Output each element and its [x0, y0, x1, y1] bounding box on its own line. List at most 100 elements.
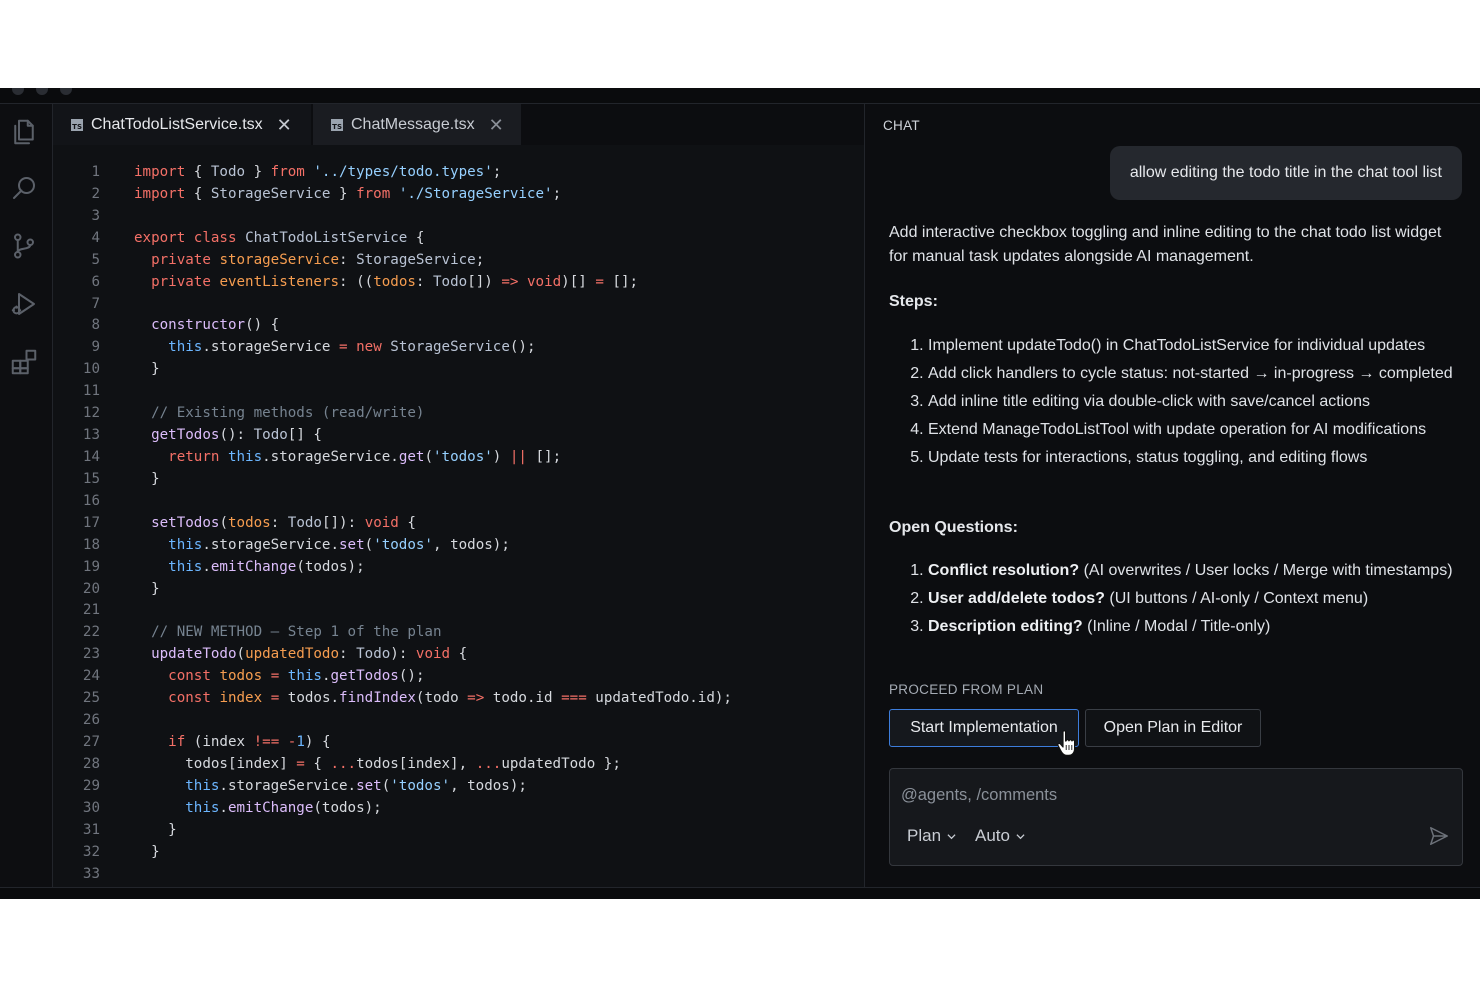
code-line[interactable]: 27 if (index !== -1) { — [53, 732, 864, 754]
code-line[interactable]: 13 getTodos(): Todo[] { — [53, 425, 864, 447]
code-line[interactable]: 12 // Existing methods (read/write) — [53, 403, 864, 425]
code-line[interactable]: 2 import { StorageService } from './Stora… — [53, 184, 864, 206]
line-number: 30 — [82, 799, 100, 816]
code-text[interactable]: } — [134, 842, 160, 864]
code-line[interactable]: 16 — [53, 491, 864, 513]
list-item: Add inline title editing via double-clic… — [928, 390, 1480, 414]
close-icon[interactable]: ✕ — [277, 116, 292, 134]
source-control-icon[interactable] — [8, 230, 40, 262]
question-title: User add/delete todos? — [928, 590, 1105, 607]
code-line[interactable]: 15 } — [53, 469, 864, 491]
line-number: 5 — [91, 251, 100, 268]
code-line[interactable]: 31 } — [53, 820, 864, 842]
code-text[interactable]: return this.storageService.get('todos') … — [134, 447, 561, 469]
user-message-bubble: allow editing the todo title in the chat… — [1109, 146, 1462, 200]
code-text[interactable]: import { StorageService } from './Storag… — [134, 184, 561, 206]
send-icon[interactable] — [1428, 825, 1450, 847]
code-text[interactable]: setTodos(todos: Todo[]): void { — [134, 513, 416, 535]
start-implementation-button[interactable]: Start Implementation — [889, 709, 1079, 747]
code-line[interactable]: 6 private eventListeners: ((todos: Todo[… — [53, 272, 864, 294]
question-options: (AI overwrites / User locks / Merge with… — [1083, 562, 1453, 579]
code-line[interactable]: 10 } — [53, 359, 864, 381]
search-icon[interactable] — [8, 172, 40, 204]
tab-chat-todo-list-service[interactable]: TS ChatTodoListService.tsx ✕ — [53, 104, 311, 145]
code-text[interactable]: } — [134, 359, 160, 381]
code-line[interactable]: 29 this.storageService.set('todos', todo… — [53, 776, 864, 798]
questions-heading: Open Questions: — [889, 519, 1018, 536]
code-line[interactable]: 28 todos[index] = { ...todos[index], ...… — [53, 754, 864, 776]
code-line[interactable]: 17 setTodos(todos: Todo[]): void { — [53, 513, 864, 535]
model-dropdown[interactable]: Auto — [975, 826, 1025, 846]
list-item: Conflict resolution? (AI overwrites / Us… — [928, 559, 1480, 583]
open-plan-in-editor-button[interactable]: Open Plan in Editor — [1085, 709, 1261, 747]
code-text[interactable]: this.emitChange(todos); — [134, 557, 364, 579]
code-line[interactable]: 21 — [53, 600, 864, 622]
code-line[interactable]: 20 } — [53, 579, 864, 601]
code-text[interactable]: this.storageService.set('todos', todos); — [134, 776, 527, 798]
code-line[interactable]: 33 — [53, 864, 864, 886]
code-area[interactable]: 1 import { Todo } from '../types/todo.typ… — [53, 162, 864, 885]
code-text[interactable]: export class ChatTodoListService { — [134, 228, 424, 250]
code-text[interactable]: private storageService: StorageService; — [134, 250, 484, 272]
maximize-window-dot[interactable] — [60, 88, 72, 95]
line-number: 12 — [82, 405, 100, 422]
code-text[interactable]: getTodos(): Todo[] { — [134, 425, 322, 447]
code-text[interactable]: private eventListeners: ((todos: Todo[])… — [134, 272, 638, 294]
code-line[interactable]: 11 — [53, 381, 864, 403]
code-text[interactable]: this.storageService.set('todos', todos); — [134, 535, 510, 557]
code-text[interactable]: import { Todo } from '../types/todo.type… — [134, 162, 501, 184]
ide-window: TS ChatTodoListService.tsx ✕ TS ChatMess… — [0, 88, 1480, 899]
tab-label: ChatMessage.tsx — [351, 115, 475, 133]
hand-cursor-icon — [1057, 730, 1076, 756]
code-text[interactable]: const index = todos.findIndex(todo => to… — [134, 688, 732, 710]
chat-input-box[interactable]: @agents, /comments Plan Auto — [889, 768, 1463, 866]
code-line[interactable]: 18 this.storageService.set('todos', todo… — [53, 535, 864, 557]
code-text[interactable]: this.emitChange(todos); — [134, 798, 381, 820]
question-options: (UI buttons / AI-only / Context menu) — [1109, 590, 1369, 607]
code-line[interactable]: 3 — [53, 206, 864, 228]
code-line[interactable]: 4 export class ChatTodoListService { — [53, 228, 864, 250]
code-line[interactable]: 9 this.storageService = new StorageServi… — [53, 337, 864, 359]
minimize-window-dot[interactable] — [36, 88, 48, 95]
code-text[interactable]: // Existing methods (read/write) — [134, 403, 424, 425]
code-line[interactable]: 32 } — [53, 842, 864, 864]
close-window-dot[interactable] — [12, 88, 24, 95]
code-line[interactable]: 24 const todos = this.getTodos(); — [53, 666, 864, 688]
mode-dropdown-label: Plan — [907, 826, 942, 845]
code-text[interactable]: } — [134, 469, 160, 491]
code-line[interactable]: 25 const index = todos.findIndex(todo =>… — [53, 688, 864, 710]
code-text[interactable]: } — [134, 579, 160, 601]
chevron-down-icon — [1016, 833, 1025, 839]
code-line[interactable]: 26 — [53, 710, 864, 732]
question-title: Conflict resolution? — [928, 562, 1080, 579]
status-bar — [0, 887, 1480, 899]
code-text[interactable]: // NEW METHOD — Step 1 of the plan — [134, 622, 441, 644]
code-line[interactable]: 8 constructor() { — [53, 315, 864, 337]
code-line[interactable]: 30 this.emitChange(todos); — [53, 798, 864, 820]
ts-file-icon: TS — [331, 118, 343, 131]
code-text[interactable]: constructor() { — [134, 315, 279, 337]
code-line[interactable]: 5 private storageService: StorageService… — [53, 250, 864, 272]
extensions-icon[interactable] — [8, 346, 40, 378]
files-icon[interactable] — [8, 116, 40, 148]
code-text[interactable]: if (index !== -1) { — [134, 732, 330, 754]
code-text[interactable]: this.storageService = new StorageService… — [134, 337, 535, 359]
line-number: 32 — [82, 843, 100, 860]
code-text[interactable]: const todos = this.getTodos(); — [134, 666, 424, 688]
close-icon[interactable]: ✕ — [489, 116, 504, 134]
code-line[interactable]: 19 this.emitChange(todos); — [53, 557, 864, 579]
code-text[interactable]: updateTodo(updatedTodo: Todo): void { — [134, 644, 467, 666]
code-line[interactable]: 23 updateTodo(updatedTodo: Todo): void { — [53, 644, 864, 666]
chat-input-placeholder[interactable]: @agents, /comments — [901, 786, 1057, 805]
mode-dropdown[interactable]: Plan — [907, 826, 956, 846]
tab-chat-message[interactable]: TS ChatMessage.tsx ✕ — [313, 104, 521, 145]
list-item: Add click handlers to cycle status: not-… — [928, 362, 1480, 386]
code-text[interactable]: todos[index] = { ...todos[index], ...upd… — [134, 754, 621, 776]
code-line[interactable]: 1 import { Todo } from '../types/todo.typ… — [53, 162, 864, 184]
code-line[interactable]: 7 — [53, 294, 864, 316]
code-text[interactable]: } — [134, 820, 177, 842]
code-line[interactable]: 22 // NEW METHOD — Step 1 of the plan — [53, 622, 864, 644]
list-item: User add/delete todos? (UI buttons / AI-… — [928, 587, 1480, 611]
run-debug-icon[interactable] — [8, 288, 40, 320]
code-line[interactable]: 14 return this.storageService.get('todos… — [53, 447, 864, 469]
